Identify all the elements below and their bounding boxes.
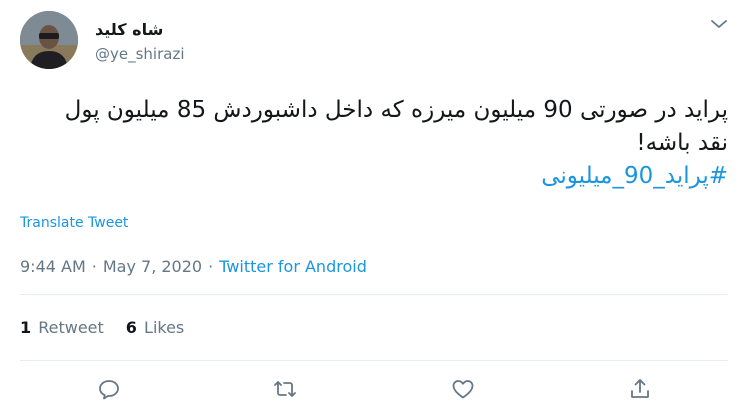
tweet-date[interactable]: May 7, 2020 <box>103 257 202 276</box>
heart-icon <box>452 380 474 399</box>
avatar[interactable] <box>20 11 78 69</box>
like-button[interactable] <box>451 377 475 401</box>
display-name[interactable]: شاه کلید <box>95 20 163 39</box>
tweet-source-link[interactable]: Twitter for Android <box>219 257 367 276</box>
meta-separator: · <box>91 257 97 276</box>
share-icon <box>631 379 649 398</box>
tweet-text: پراید در صورتی 90 میلیون میرزه که داخل د… <box>28 94 728 193</box>
tweet-meta: 9:44 AM · May 7, 2020 · Twitter for Android <box>20 257 367 276</box>
tweet-card: شاه کلید @ye_shirazi پراید در صورتی 90 م… <box>0 0 748 420</box>
share-button[interactable] <box>628 377 652 401</box>
likes-stat[interactable]: 6 Likes <box>126 318 184 337</box>
meta-separator: · <box>208 257 214 276</box>
likes-count: 6 <box>125 318 137 337</box>
reply-icon <box>99 380 119 400</box>
tweet-body: پراید در صورتی 90 میلیون میرزه که داخل د… <box>64 97 728 156</box>
retweets-label: Retweet <box>38 318 104 337</box>
reply-button[interactable] <box>97 377 121 401</box>
hashtag-link[interactable]: #پراید_90_میلیونی <box>28 160 728 193</box>
retweet-icon <box>274 381 296 397</box>
retweets-stat[interactable]: 1 Retweet <box>20 318 104 337</box>
tweet-stats: 1 Retweet 6 Likes <box>20 318 184 337</box>
translate-tweet-link[interactable]: Translate Tweet <box>20 215 128 231</box>
tweet-time[interactable]: 9:44 AM <box>20 257 86 276</box>
divider <box>20 294 728 295</box>
chevron-down-icon[interactable] <box>709 16 729 30</box>
retweet-button[interactable] <box>273 377 297 401</box>
divider <box>20 360 728 361</box>
retweets-count: 1 <box>20 318 32 337</box>
likes-label: Likes <box>144 318 185 337</box>
avatar-image <box>20 11 78 69</box>
user-handle[interactable]: @ye_shirazi <box>95 45 185 63</box>
